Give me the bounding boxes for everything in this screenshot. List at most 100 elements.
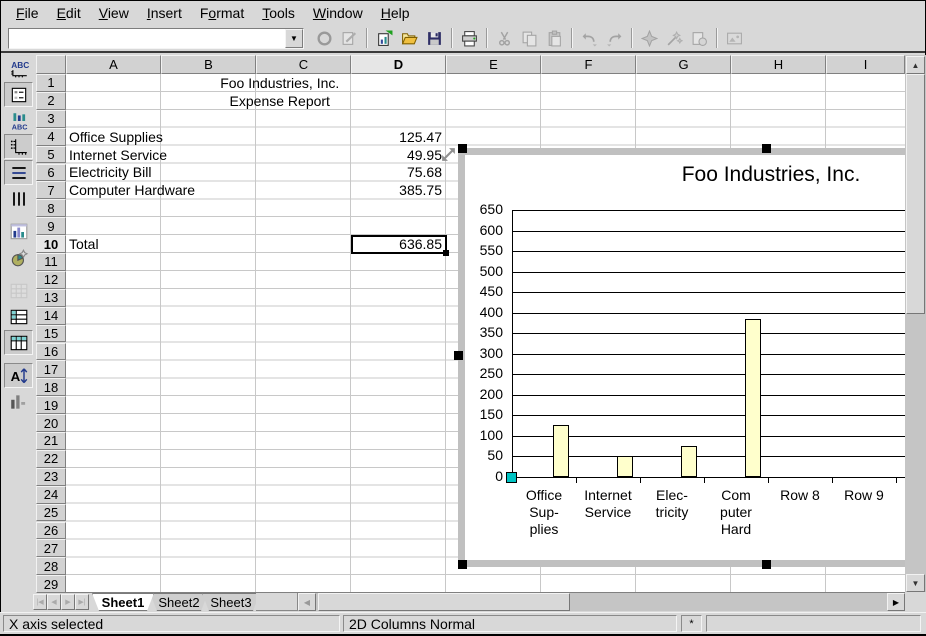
sheet-tab-sheet2[interactable]: Sheet2 bbox=[150, 593, 208, 611]
title-onoff-button[interactable]: ABC bbox=[4, 56, 33, 81]
column-header-a[interactable]: A bbox=[66, 55, 161, 74]
chart-resize-handle-bottom-left[interactable] bbox=[458, 560, 467, 569]
x-axis-category-label[interactable]: Com puter Hard bbox=[704, 487, 768, 538]
cell-d6[interactable]: 75.68 bbox=[351, 164, 442, 182]
column-header-d[interactable]: D bbox=[351, 55, 446, 74]
cell-a6[interactable]: Electricity Bill bbox=[69, 164, 151, 182]
row-header-24[interactable]: 24 bbox=[36, 486, 66, 504]
chart-bar[interactable] bbox=[617, 456, 633, 477]
horizontal-scrollbar-thumb[interactable] bbox=[318, 593, 570, 611]
menu-item-window[interactable]: Window bbox=[304, 3, 372, 23]
column-header-h[interactable]: H bbox=[731, 55, 826, 74]
sheet-tab-sheet1[interactable]: Sheet1 bbox=[92, 593, 154, 611]
column-header-f[interactable]: F bbox=[541, 55, 636, 74]
row-header-28[interactable]: 28 bbox=[36, 557, 66, 575]
vertical-scrollbar-thumb[interactable] bbox=[906, 74, 925, 314]
grid-corner[interactable] bbox=[36, 55, 66, 74]
last-sheet-button[interactable]: ▶| bbox=[75, 594, 89, 610]
cell-d4[interactable]: 125.47 bbox=[351, 128, 442, 146]
combobox-dropdown-button[interactable]: ▼ bbox=[285, 29, 303, 48]
scroll-down-button[interactable]: ▼ bbox=[906, 574, 925, 592]
row-header-2[interactable]: 2 bbox=[36, 92, 66, 110]
row-header-17[interactable]: 17 bbox=[36, 360, 66, 378]
row-header-9[interactable]: 9 bbox=[36, 217, 66, 235]
row-header-3[interactable]: 3 bbox=[36, 110, 66, 128]
url-input[interactable] bbox=[9, 29, 285, 48]
menu-item-tools[interactable]: Tools bbox=[253, 3, 304, 23]
row-header-16[interactable]: 16 bbox=[36, 343, 66, 361]
row-header-10[interactable]: 10 bbox=[36, 235, 66, 253]
x-axis-category-label[interactable]: Elec- tricity bbox=[640, 487, 704, 521]
row-header-4[interactable]: 4 bbox=[36, 128, 66, 146]
row-header-13[interactable]: 13 bbox=[36, 289, 66, 307]
scroll-left-button[interactable]: ◀ bbox=[298, 593, 316, 611]
row-header-22[interactable]: 22 bbox=[36, 450, 66, 468]
axes-title-onoff-button[interactable]: ABC bbox=[4, 108, 33, 133]
save-button[interactable] bbox=[422, 26, 447, 50]
scroll-right-button[interactable]: ▶ bbox=[887, 593, 905, 611]
chart-resize-handle-top-left[interactable] bbox=[458, 144, 467, 153]
scale-text-button[interactable]: A bbox=[4, 363, 33, 388]
chart-resize-handle-bottom-center[interactable] bbox=[762, 560, 771, 569]
selection-fill-handle[interactable] bbox=[443, 250, 449, 256]
row-header-11[interactable]: 11 bbox=[36, 253, 66, 271]
x-axis-category-label[interactable]: Row 8 bbox=[768, 487, 832, 504]
chart-type-button[interactable] bbox=[4, 219, 33, 244]
menu-item-edit[interactable]: Edit bbox=[48, 3, 90, 23]
legend-onoff-button[interactable] bbox=[4, 82, 33, 107]
chart-bar[interactable] bbox=[681, 446, 697, 477]
row-header-1[interactable]: 1 bbox=[36, 74, 66, 92]
horizontal-grid-onoff-button[interactable] bbox=[4, 160, 33, 185]
row-header-19[interactable]: 19 bbox=[36, 396, 66, 414]
row-header-29[interactable]: 29 bbox=[36, 575, 66, 593]
menu-item-insert[interactable]: Insert bbox=[138, 3, 191, 23]
x-axis-category-label[interactable]: Internet Service bbox=[576, 487, 640, 521]
cell-a10[interactable]: Total bbox=[69, 235, 99, 253]
url-combobox[interactable]: ▼ bbox=[8, 28, 304, 49]
new-document-button[interactable] bbox=[372, 26, 397, 50]
column-header-i[interactable]: I bbox=[826, 55, 905, 74]
row-header-15[interactable]: 15 bbox=[36, 325, 66, 343]
print-button[interactable] bbox=[457, 26, 482, 50]
next-sheet-button[interactable]: ▶ bbox=[61, 594, 75, 610]
data-in-columns-button[interactable] bbox=[4, 330, 33, 355]
axes-description-onoff-button[interactable] bbox=[4, 134, 33, 159]
scroll-up-button[interactable]: ▲ bbox=[906, 56, 925, 74]
chart-bar[interactable] bbox=[553, 425, 569, 477]
reorganize-chart-button[interactable] bbox=[4, 389, 33, 414]
row-header-23[interactable]: 23 bbox=[36, 468, 66, 486]
column-header-e[interactable]: E bbox=[446, 55, 541, 74]
y-axis-line[interactable] bbox=[512, 210, 513, 477]
chart-object[interactable]: Foo Industries, Inc.05010015020025030035… bbox=[458, 148, 905, 567]
first-sheet-button[interactable]: |◀ bbox=[33, 594, 47, 610]
chart-title[interactable]: Foo Industries, Inc. bbox=[465, 163, 905, 187]
column-header-g[interactable]: G bbox=[636, 55, 731, 74]
open-button[interactable] bbox=[397, 26, 422, 50]
data-in-rows-button[interactable] bbox=[4, 304, 33, 329]
row-header-25[interactable]: 25 bbox=[36, 504, 66, 522]
menu-item-format[interactable]: Format bbox=[191, 3, 253, 23]
row-header-7[interactable]: 7 bbox=[36, 181, 66, 199]
menu-item-file[interactable]: File bbox=[7, 3, 48, 23]
row-header-18[interactable]: 18 bbox=[36, 378, 66, 396]
chart-bar[interactable] bbox=[745, 319, 761, 477]
row-header-12[interactable]: 12 bbox=[36, 271, 66, 289]
chart-resize-handle-top-center[interactable] bbox=[762, 144, 771, 153]
menu-item-view[interactable]: View bbox=[90, 3, 138, 23]
x-axis-category-label[interactable]: Row 9 bbox=[832, 487, 896, 504]
vertical-grid-onoff-button[interactable] bbox=[4, 186, 33, 211]
column-header-b[interactable]: B bbox=[161, 55, 256, 74]
cell-a7[interactable]: Computer Hardware bbox=[69, 181, 195, 199]
cell-b1[interactable]: Foo Industries, Inc. bbox=[161, 74, 399, 92]
cell-d7[interactable]: 385.75 bbox=[351, 181, 442, 199]
row-header-27[interactable]: 27 bbox=[36, 539, 66, 557]
row-header-21[interactable]: 21 bbox=[36, 432, 66, 450]
column-header-c[interactable]: C bbox=[256, 55, 351, 74]
cell-b2[interactable]: Expense Report bbox=[161, 92, 399, 110]
cell-a4[interactable]: Office Supplies bbox=[69, 128, 163, 146]
row-header-26[interactable]: 26 bbox=[36, 522, 66, 540]
row-header-6[interactable]: 6 bbox=[36, 164, 66, 182]
row-header-5[interactable]: 5 bbox=[36, 146, 66, 164]
menu-item-help[interactable]: Help bbox=[372, 3, 419, 23]
autoformat-button[interactable] bbox=[4, 245, 33, 270]
